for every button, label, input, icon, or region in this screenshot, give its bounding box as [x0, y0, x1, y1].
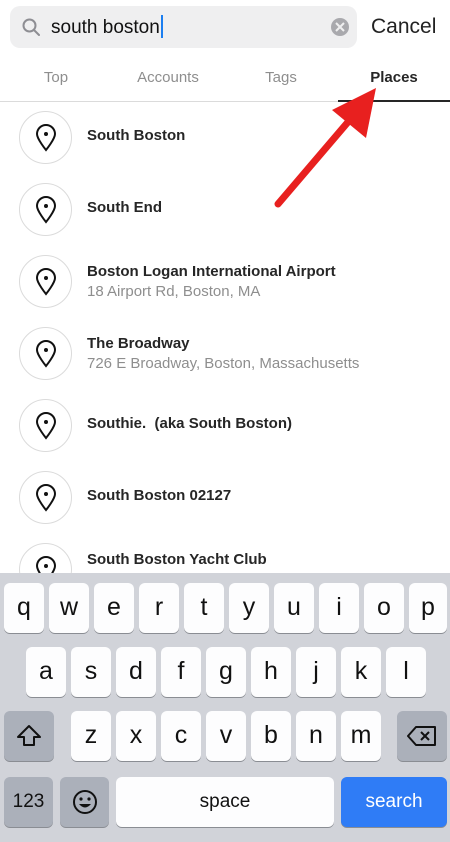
search-query-text: south boston [51, 17, 160, 38]
key-c[interactable]: c [161, 711, 201, 761]
place-title: South End [87, 199, 162, 216]
list-item[interactable]: Southie. (aka South Boston) [0, 390, 450, 462]
place-title: Boston Logan International Airport [87, 263, 336, 280]
key-q[interactable]: q [4, 583, 44, 633]
key-u[interactable]: u [274, 583, 314, 633]
emoji-key[interactable] [60, 777, 109, 827]
search-field[interactable]: south boston [10, 6, 357, 48]
tab-accounts[interactable]: Accounts [112, 68, 224, 88]
on-screen-keyboard: q w e r t y u i o p a s d f g h j k l z … [0, 573, 450, 842]
key-b[interactable]: b [251, 711, 291, 761]
key-k[interactable]: k [341, 647, 381, 697]
key-r[interactable]: r [139, 583, 179, 633]
emoji-icon [72, 790, 97, 814]
delete-key[interactable] [397, 711, 447, 761]
location-pin-icon [19, 111, 72, 164]
key-z[interactable]: z [71, 711, 111, 761]
key-m[interactable]: m [341, 711, 381, 761]
tab-top[interactable]: Top [0, 68, 112, 88]
place-title: South Boston [87, 127, 186, 144]
place-address: 18 Airport Rd, Boston, MA [87, 283, 261, 300]
key-e[interactable]: e [94, 583, 134, 633]
search-input[interactable]: south boston [51, 15, 163, 40]
place-title: Southie. (aka South Boston) [87, 415, 292, 432]
place-title: South Boston 02127 [87, 487, 232, 504]
place-address: 726 E Broadway, Boston, Massachusetts [87, 355, 360, 372]
key-o[interactable]: o [364, 583, 404, 633]
cancel-button[interactable]: Cancel [371, 14, 436, 40]
key-t[interactable]: t [184, 583, 224, 633]
key-i[interactable]: i [319, 583, 359, 633]
location-pin-icon [19, 471, 72, 524]
red-arrow-icon [274, 88, 376, 208]
key-w[interactable]: w [49, 583, 89, 633]
key-f[interactable]: f [161, 647, 201, 697]
key-j[interactable]: j [296, 647, 336, 697]
search-screen: south boston Cancel Top Accounts Tags Pl… [0, 0, 450, 842]
key-l[interactable]: l [386, 647, 426, 697]
key-x[interactable]: x [116, 711, 156, 761]
clear-x-icon [335, 22, 345, 32]
shift-icon [17, 725, 41, 746]
key-s[interactable]: s [71, 647, 111, 697]
key-h[interactable]: h [251, 647, 291, 697]
shift-key[interactable] [4, 711, 54, 761]
search-key[interactable]: search [341, 777, 447, 827]
location-pin-icon [19, 327, 72, 380]
backspace-icon [407, 726, 436, 746]
key-d[interactable]: d [116, 647, 156, 697]
place-title: South Boston Yacht Club [87, 551, 267, 568]
key-a[interactable]: a [26, 647, 66, 697]
list-item[interactable]: The Broadway 726 E Broadway, Boston, Mas… [0, 318, 450, 390]
location-pin-icon [19, 255, 72, 308]
list-item[interactable]: Boston Logan International Airport 18 Ai… [0, 246, 450, 318]
key-n[interactable]: n [296, 711, 336, 761]
clear-search-button[interactable] [331, 18, 349, 36]
search-icon [22, 18, 40, 36]
location-pin-icon [19, 399, 72, 452]
key-p[interactable]: p [409, 583, 447, 633]
space-key[interactable]: space [116, 777, 334, 827]
place-title: The Broadway [87, 335, 190, 352]
list-item[interactable]: South Boston 02127 [0, 462, 450, 534]
key-v[interactable]: v [206, 711, 246, 761]
location-pin-icon [19, 183, 72, 236]
key-g[interactable]: g [206, 647, 246, 697]
key-y[interactable]: y [229, 583, 269, 633]
text-caret [160, 15, 163, 38]
numbers-key[interactable]: 123 [4, 777, 53, 827]
